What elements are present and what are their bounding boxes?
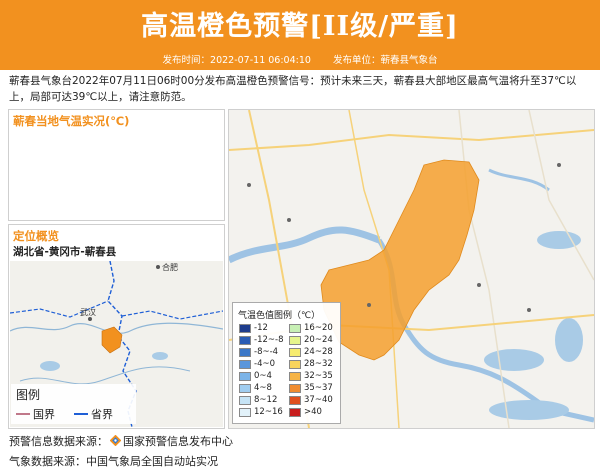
warning-header: 高温橙色预警[II级/严重] 发布时间：2022-07-11 06:04:10 发… [0,0,600,70]
legend-label: -4~0 [254,359,276,369]
legend-swatch [239,336,251,345]
publish-time: 发布时间：2022-07-11 06:04:10 [162,55,311,66]
legend-province-border: 省界 [91,408,113,421]
legend-swatch [289,396,301,405]
warning-center-logo-icon [110,435,121,446]
temperature-panel-title: 蕲春当地气温实况(℃) [13,114,130,128]
legend-swatch [239,360,251,369]
city-label-hefei: 合肥 [162,262,178,272]
legend-swatch [239,384,251,393]
temperature-legend-title: 气温色值图例（℃） [238,311,321,321]
legend-label: 4~8 [254,383,272,393]
legend-label: -8~-4 [254,347,279,357]
weather-source-line: 气象数据来源：中国气象局全国自动站实况 [9,455,218,468]
legend-swatch [239,408,251,417]
legend-swatch [289,372,301,381]
legend-swatch [289,336,301,345]
overview-map-legend: 图例 国界 省界 [11,384,136,424]
warning-source-label: 预警信息数据来源： [9,435,108,448]
warning-title: 高温橙色预警[II级/严重] [141,11,459,42]
legend-label: 0~4 [254,371,272,381]
legend-swatch [239,396,251,405]
location-panel-title: 定位概览 [13,229,59,243]
legend-title: 图例 [16,388,41,402]
legend-label: -12 [254,323,268,333]
legend-swatch [239,372,251,381]
legend-swatch [289,324,301,333]
location-path: 湖北省-黄冈市-蕲春县 [13,246,117,258]
legend-label: 24~28 [304,347,333,357]
legend-country-border: 国界 [33,408,55,421]
legend-swatch [289,360,301,369]
city-label-wuhan: 武汉 [80,307,96,317]
temperature-panel: 蕲春当地气温实况(℃) [8,109,225,221]
legend-label: 28~32 [304,359,333,369]
warning-source-line: 预警信息数据来源： 国家预警信息发布中心 [9,433,233,449]
legend-label: 20~24 [304,335,333,345]
legend-label: >40 [304,407,322,417]
warning-meta: 发布时间：2022-07-11 06:04:10 发布单位：蕲春县气象台 [0,52,600,66]
warning-notice: 蕲春县气象台2022年07月11日06时00分发布高温橙色预警信号：预计未来三天… [9,75,577,103]
legend-label: 37~40 [304,395,333,405]
legend-swatch [239,348,251,357]
legend-label: 8~12 [254,395,278,405]
legend-label: 35~37 [304,383,333,393]
temperature-color-legend: 气温色值图例（℃） -12 -12~-8 -8~-4 -4~0 0~4 4~8 8~12 12… [232,302,341,424]
province-border-swatch [74,413,88,415]
legend-swatch [239,324,251,333]
legend-swatch [289,348,301,357]
warning-source-name[interactable]: 国家预警信息发布中心 [123,435,233,448]
legend-swatch [289,408,301,417]
legend-label: 12~16 [254,407,283,417]
legend-swatch [289,384,301,393]
country-border-swatch [16,413,30,415]
legend-label: 16~20 [304,323,333,333]
legend-label: 32~35 [304,371,333,381]
location-panel: 定位概览 湖北省-黄冈市-蕲春县 武汉 合肥 图例 国界 省界 [8,224,225,429]
publisher: 发布单位：蕲春县气象台 [332,55,438,66]
legend-label: -12~-8 [254,335,284,345]
